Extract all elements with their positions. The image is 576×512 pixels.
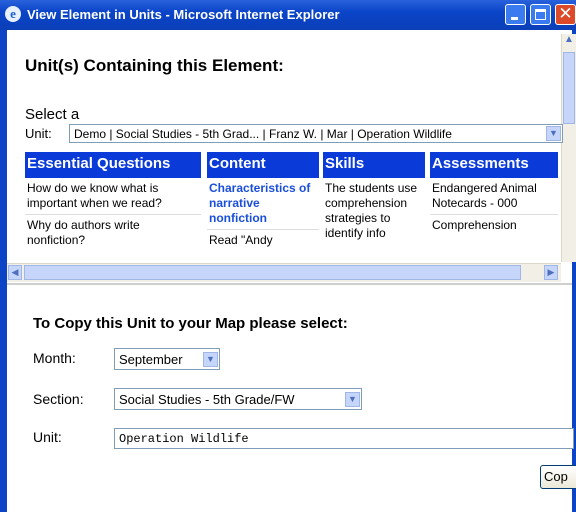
window-frame-left — [0, 30, 7, 512]
column-skills: Skills The students use comprehension st… — [323, 152, 425, 262]
grid-cell: Endangered Animal Notecards - 000 — [432, 181, 537, 210]
column-essential-questions: Essential Questions How do we know what … — [25, 152, 201, 262]
grid-cell: Read "Andy — [207, 229, 319, 251]
grid-cell: Why do authors write nonfiction? — [25, 214, 201, 251]
column-heading: Assessments — [430, 152, 558, 178]
scroll-thumb[interactable] — [563, 52, 575, 124]
column-heading: Essential Questions — [25, 152, 201, 178]
unit-name-value: Operation Wildlife — [119, 432, 249, 446]
month-select[interactable]: September ▼ — [114, 348, 220, 370]
unit-select[interactable]: Demo | Social Studies - 5th Grad... | Fr… — [69, 124, 563, 143]
column-content: Content Characteristics of narrative non… — [207, 152, 319, 262]
maximize-button[interactable] — [530, 4, 551, 25]
title-bar: e View Element in Units - Microsoft Inte… — [0, 0, 576, 30]
page-title: Unit(s) Containing this Element: — [25, 56, 284, 75]
chevron-down-icon[interactable]: ▼ — [546, 126, 561, 141]
grid-cell: Comprehension — [430, 214, 558, 236]
window-title: View Element in Units - Microsoft Intern… — [27, 7, 340, 22]
horizontal-scroll-thumb[interactable] — [24, 265, 521, 280]
grid-cell: The students use comprehension strategie… — [325, 181, 418, 240]
scroll-right-icon[interactable]: ▶ — [544, 265, 558, 280]
ie-logo-icon: e — [5, 6, 21, 22]
select-prompt: Select a — [25, 106, 80, 123]
column-heading: Skills — [323, 152, 425, 178]
grid-cell: How do we know what is important when we… — [27, 181, 162, 210]
close-button[interactable]: ✕ — [555, 4, 576, 25]
unit-label: Unit: — [33, 429, 62, 445]
month-label: Month: — [33, 350, 76, 366]
grid-cell-link[interactable]: Characteristics of narrative nonfiction — [207, 178, 319, 229]
horizontal-scrollbar[interactable]: ◀ ▶ — [7, 263, 561, 282]
section-label: Section: — [33, 391, 84, 407]
scroll-left-icon[interactable]: ◀ — [8, 265, 22, 280]
copy-button[interactable]: Cop — [540, 465, 576, 489]
section-select-value: Social Studies - 5th Grade/FW — [119, 392, 295, 407]
chevron-down-icon[interactable]: ▼ — [345, 392, 360, 407]
unit-select-value: Demo | Social Studies - 5th Grad... | Fr… — [74, 127, 452, 141]
unit-select-label: Unit: — [25, 126, 52, 141]
copy-section-title: To Copy this Unit to your Map please sel… — [33, 315, 348, 332]
unit-name-input[interactable]: Operation Wildlife — [114, 428, 574, 449]
section-select[interactable]: Social Studies - 5th Grade/FW ▼ — [114, 388, 362, 410]
unit-elements-grid: Essential Questions How do we know what … — [25, 152, 561, 262]
chevron-down-icon[interactable]: ▼ — [203, 352, 218, 367]
frame-divider — [7, 283, 572, 285]
month-select-value: September — [119, 352, 183, 367]
minimize-button[interactable] — [505, 4, 526, 25]
vertical-scrollbar[interactable]: ▲ — [561, 34, 576, 262]
scroll-up-icon[interactable]: ▲ — [562, 34, 576, 50]
column-assessments: Assessments Endangered Animal Notecards … — [430, 152, 558, 262]
column-heading: Content — [207, 152, 319, 178]
